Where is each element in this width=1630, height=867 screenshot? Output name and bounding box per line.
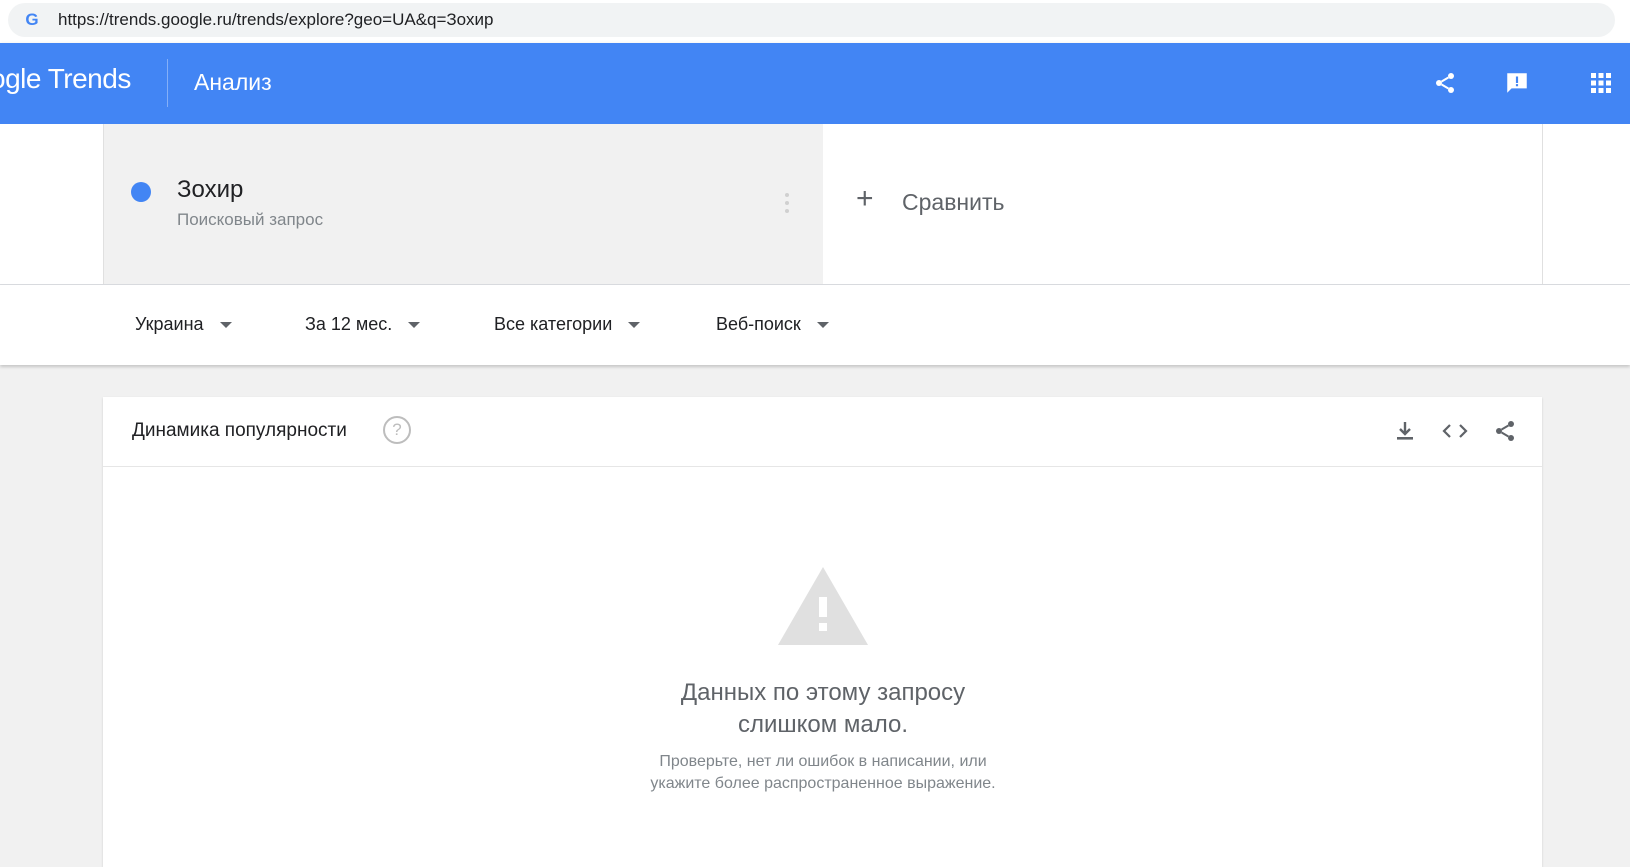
plus-icon: + bbox=[856, 182, 874, 215]
term-name[interactable]: Зохир bbox=[177, 176, 243, 204]
dropdown-arrow-icon bbox=[408, 321, 421, 328]
filter-time-label: За 12 мес. bbox=[305, 314, 393, 334]
help-icon[interactable]: ? bbox=[383, 416, 411, 444]
browser-toolbar: G https://trends.google.ru/trends/explor… bbox=[0, 0, 1630, 43]
embed-code-icon[interactable] bbox=[1441, 417, 1469, 445]
card-header: Динамика популярности ? bbox=[103, 397, 1542, 467]
filter-region-label: Украина bbox=[135, 314, 204, 334]
card-title: Динамика популярности bbox=[132, 420, 347, 441]
download-icon[interactable] bbox=[1391, 417, 1419, 445]
empty-title-line-2: слишком мало. bbox=[737, 711, 909, 738]
empty-hint-line-2: укажите более распространенное выражение… bbox=[650, 775, 996, 792]
warning-icon bbox=[776, 565, 870, 647]
filters-bar: Украина За 12 мес. Все категории Веб-пои… bbox=[0, 285, 1630, 365]
empty-title-line-1: Данных по этому запросу bbox=[680, 679, 966, 706]
feedback-icon[interactable] bbox=[1503, 69, 1531, 97]
compare-label: Сравнить bbox=[902, 189, 1005, 215]
google-trends-logo[interactable]: ogle Trends bbox=[0, 63, 131, 95]
page-title: Анализ bbox=[194, 69, 272, 95]
app-header: ogle Trends Анализ bbox=[0, 43, 1630, 124]
google-favicon-icon: G bbox=[25, 10, 39, 29]
empty-hint-line-1: Проверьте, нет ли ошибок в написании, ил… bbox=[659, 753, 987, 770]
search-term-card[interactable]: Зохир Поисковый запрос bbox=[103, 124, 824, 284]
apps-grid-icon[interactable] bbox=[1587, 69, 1615, 97]
dropdown-arrow-icon bbox=[816, 321, 829, 328]
share-icon[interactable] bbox=[1491, 417, 1519, 445]
filter-search-type[interactable]: Веб-поиск bbox=[716, 314, 829, 335]
address-url[interactable]: https://trends.google.ru/trends/explore?… bbox=[58, 10, 493, 30]
filter-category-label: Все категории bbox=[494, 314, 613, 334]
address-bar[interactable]: G https://trends.google.ru/trends/explor… bbox=[8, 3, 1615, 37]
compare-button[interactable]: + Сравнить bbox=[823, 124, 1543, 284]
filter-region[interactable]: Украина bbox=[135, 314, 232, 335]
empty-state-hint: Проверьте, нет ли ошибок в написании, ил… bbox=[573, 751, 1073, 795]
share-icon[interactable] bbox=[1431, 69, 1459, 97]
search-terms-row: Зохир Поисковый запрос + Сравнить bbox=[0, 124, 1630, 285]
header-divider bbox=[167, 59, 168, 107]
dropdown-arrow-icon bbox=[628, 321, 641, 328]
filter-time[interactable]: За 12 мес. bbox=[305, 314, 421, 335]
empty-state-title: Данных по этому запросу слишком мало. bbox=[623, 677, 1023, 741]
interest-over-time-card: Динамика популярности ? Данных по этому … bbox=[103, 397, 1542, 867]
filter-search-type-label: Веб-поиск bbox=[716, 314, 801, 334]
more-vert-icon[interactable] bbox=[785, 192, 789, 214]
term-type: Поисковый запрос bbox=[177, 210, 324, 229]
term-color-dot bbox=[131, 182, 151, 202]
dropdown-arrow-icon bbox=[219, 321, 232, 328]
filter-category[interactable]: Все категории bbox=[494, 314, 641, 335]
